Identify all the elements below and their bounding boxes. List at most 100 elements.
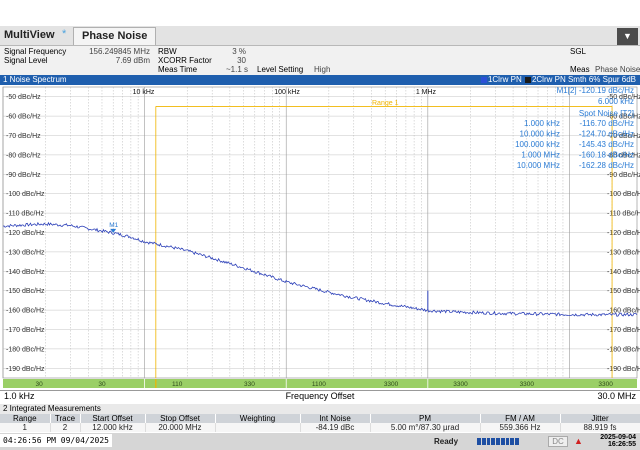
strip-label: 3300 (598, 381, 613, 388)
signal-level-value: 7.69 dBm (115, 56, 150, 65)
y-tick-label: -80 dBc/Hz (6, 152, 41, 159)
spot-noise-value: -160.18 dBc/Hz (579, 151, 634, 160)
trace-title-bar: 1 Noise Spectrum 1Clrw PN 2Clrw PN Smth … (0, 75, 640, 85)
dc-coupling-button[interactable]: DC (548, 436, 568, 447)
marker-readout: M1[2] -120.19 dBc/Hz (557, 86, 634, 95)
strip-label: 3300 (453, 381, 468, 388)
level-setting-value: High (314, 65, 331, 74)
x-axis-info: 1.0 kHz Frequency Offset 30.0 MHz (0, 390, 640, 401)
window-title[interactable]: 1 Noise Spectrum (3, 75, 67, 85)
status-ready: Ready (434, 437, 459, 446)
column-header: FM / AM (480, 414, 561, 423)
spot-noise-frequency: 1.000 MHz (521, 151, 560, 160)
decade-label: 1 MHz (416, 89, 437, 96)
tab-multiview[interactable]: MultiView (4, 29, 55, 41)
noise-spectrum-chart[interactable]: -50 dBc/Hz -50 dBc/Hz-60 dBc/Hz -60 dBc/Hz… (0, 85, 640, 390)
tab-star: * (62, 28, 67, 40)
noise-spectrum-plot[interactable]: -50 dBc/Hz -50 dBc/Hz -60 dBc/Hz -60 dBc/Hz… (0, 85, 640, 390)
spot-noise-frequency: 10.000 kHz (520, 130, 560, 139)
table-cell: -84.19 dBc (300, 423, 371, 432)
y-tick-label: -110 dBc/Hz (6, 211, 44, 218)
range-label: Range 1 (372, 100, 399, 107)
progress-indicator (477, 438, 520, 445)
column-header: Trace (50, 414, 81, 423)
y-tick-label: -90 dBc/Hz (6, 172, 41, 179)
spot-noise-value: -162.28 dBc/Hz (579, 161, 634, 170)
rbw-label: RBW (158, 47, 177, 56)
strip-label: 3300 (384, 381, 399, 388)
marker-label: M1 (109, 222, 118, 229)
y-tick-label: -180 dBc/Hz (6, 346, 45, 353)
y-tick-label: -140 dBc/Hz (6, 269, 45, 276)
y-tick-label: -120 dBc/Hz (6, 230, 45, 237)
table-cell: 20.000 MHz (145, 423, 216, 432)
meas-label: Meas (570, 65, 590, 74)
strip-label: 3300 (520, 381, 535, 388)
integrated-measurements-table: Range Trace Start Offset Stop Offset Weighti… (0, 414, 640, 432)
table-header-row: Range Trace Start Offset Stop Offset Weighti… (0, 414, 640, 423)
status-date: 2025-09-04 (600, 434, 636, 441)
tab-bar: MultiView * Phase Noise (0, 26, 640, 46)
y-tick-label: -100 dBc/Hz (6, 191, 45, 198)
y-tick-label: -130 dBc/Hz (6, 249, 45, 256)
table-cell: 12.000 kHz (80, 423, 146, 432)
marker-frequency: 6.000 kHz (598, 97, 634, 106)
measurement-parameters: Signal Frequency 156.249845 MHz Signal L… (0, 46, 640, 75)
spot-noise-frequency: 1.000 kHz (524, 119, 560, 128)
decade-label: 10 kHz (133, 89, 155, 96)
trace1-color-icon (480, 76, 487, 83)
table-cell: 1 (0, 423, 51, 432)
column-header: Start Offset (80, 414, 146, 423)
table-cell: 559.366 Hz (480, 423, 561, 432)
menu-button[interactable]: ▼ (617, 28, 638, 45)
trace2-color-icon (524, 76, 531, 83)
analyzer-screen: MultiView * Phase Noise ▼ Signal Frequen… (0, 0, 640, 450)
strip-label: 30 (98, 381, 106, 388)
chevron-down-icon: ▼ (623, 31, 632, 41)
x-stop-frequency: 30.0 MHz (597, 391, 636, 401)
y-tick-label: -170 dBc/Hz (6, 327, 45, 334)
strip-label: 110 (172, 381, 183, 388)
meas-time-value: ~1.1 s (225, 65, 248, 74)
table-cell: 88.919 fs (560, 423, 640, 432)
column-header: Range (0, 414, 51, 423)
y-tick-label: -190 dBc/Hz (6, 366, 45, 373)
signal-level-label: Signal Level (4, 56, 48, 65)
xcorr-factor-value: 30 (237, 56, 246, 65)
trace2-label: 2Clrw PN Smth 6% Spur 6dB (531, 75, 636, 84)
column-header: Weighting (215, 414, 301, 423)
meas-value: Phase Noise (595, 65, 640, 74)
sgl-indicator: SGL (570, 47, 587, 56)
spot-noise-frequency: 10.000 MHz (517, 161, 560, 170)
table-cell: 2 (50, 423, 81, 432)
trace1-label: 1Clrw PN (487, 75, 522, 84)
strip-label: 1100 (312, 381, 326, 388)
spot-noise-value: -124.70 dBc/Hz (579, 130, 634, 139)
date-time: 2025-09-04 16:26:55 (593, 434, 636, 448)
spot-noise-title: Spot Noise [T2] (579, 109, 634, 118)
spot-noise-value: -116.70 dBc/Hz (579, 119, 634, 128)
strip-label: 30 (36, 381, 44, 388)
y-tick-label: -70 dBc/Hz (6, 133, 41, 140)
signal-frequency-value: 156.249845 MHz (89, 47, 150, 56)
table-cell: 5.00 m°/87.30 µrad (370, 423, 481, 432)
y-tick-label: -160 dBc/Hz (6, 308, 45, 315)
strip-label: 330 (244, 381, 255, 388)
meas-time-label: Meas Time (158, 65, 198, 74)
warning-icon[interactable]: ▲ (574, 436, 583, 446)
rbw-value: 3 % (232, 47, 246, 56)
column-header: Jitter (560, 414, 640, 423)
table-row[interactable]: 1 2 12.000 kHz 20.000 MHz -84.19 dBc 5.00 m°/… (0, 423, 640, 432)
x-axis-label: Frequency Offset (285, 391, 355, 401)
level-setting-label: Level Setting (257, 65, 304, 74)
column-header: Stop Offset (145, 414, 216, 423)
os-timestamp: 04:26:56 PM 09/04/2025 (0, 434, 112, 447)
trace-info: 1Clrw PN 2Clrw PN Smth 6% Spur 6dB (480, 75, 636, 85)
decade-label: 100 kHz (274, 89, 300, 96)
tab-phase-noise[interactable]: Phase Noise (73, 27, 156, 45)
integrated-measurements-title[interactable]: 2 Integrated Measurements (0, 404, 640, 414)
signal-frequency-label: Signal Frequency (4, 47, 67, 56)
spot-noise-value: -145.43 dBc/Hz (579, 140, 634, 149)
column-header: Int Noise (300, 414, 371, 423)
column-header: PM (370, 414, 481, 423)
